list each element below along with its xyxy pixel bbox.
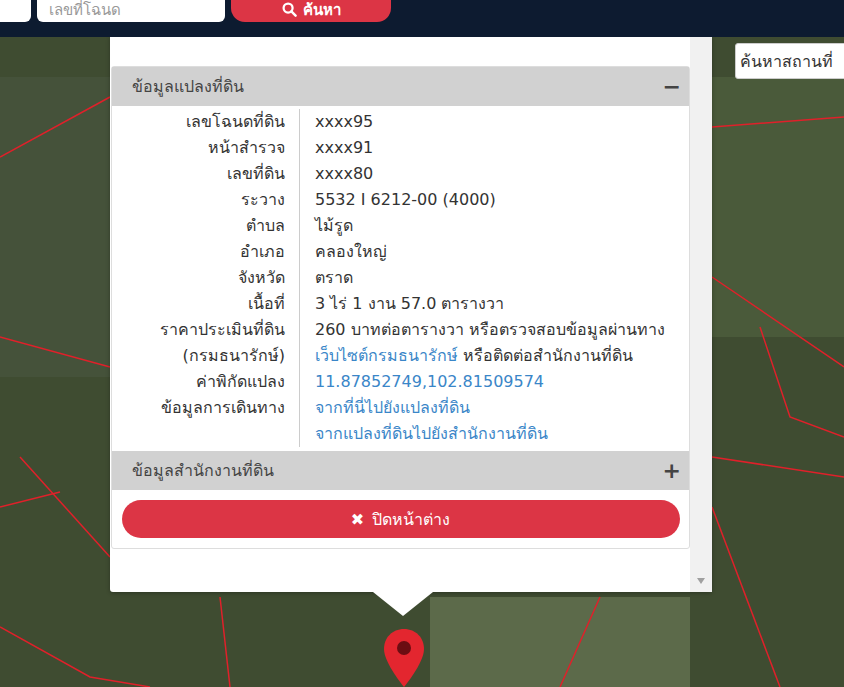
value-text: หรือติดต่อสำนักงานที่ดิน bbox=[458, 346, 633, 365]
info-row: เลขที่ดิน xxxx80 bbox=[112, 161, 689, 187]
row-value: 260 บาทต่อตารางวา หรือตรวจสอบข้อมูลผ่านท… bbox=[300, 317, 689, 369]
value-text: xxxx95 bbox=[315, 112, 373, 131]
info-row: หน้าสำรวจ xxxx91 bbox=[112, 135, 689, 161]
row-value: คลองใหญ่ bbox=[300, 239, 689, 265]
value-text: ไม้รูด bbox=[315, 216, 353, 235]
row-value: ตราด bbox=[300, 265, 689, 291]
row-label: ตำบล bbox=[112, 213, 300, 239]
search-type-select[interactable] bbox=[0, 0, 31, 22]
popup-pointer bbox=[373, 592, 433, 616]
row-value: 5532 I 6212-00 (4000) bbox=[300, 187, 689, 213]
value-text: คลองใหญ่ bbox=[315, 242, 387, 261]
value-text: ตราด bbox=[315, 268, 353, 287]
row-label: เลขโฉนดที่ดิน bbox=[112, 109, 300, 135]
page: ค้นหาข้อมูลแปลงที่ดิน− เลขโฉนดที่ดิน xxxx9… bbox=[0, 0, 844, 687]
section-header[interactable]: ข้อมูลแปลงที่ดิน− bbox=[112, 67, 689, 106]
info-section: ข้อมูลสำนักงานที่ดิน+ bbox=[112, 451, 689, 490]
info-row: ตำบล ไม้รูด bbox=[112, 213, 689, 239]
section-header[interactable]: ข้อมูลสำนักงานที่ดิน+ bbox=[112, 451, 689, 490]
row-value: ไม้รูด bbox=[300, 213, 689, 239]
info-row: อำเภอ คลองใหญ่ bbox=[112, 239, 689, 265]
row-value: 3 ไร่ 1 งาน 57.0 ตารางวา bbox=[300, 291, 689, 317]
row-label: เนื้อที่ bbox=[112, 291, 300, 317]
info-row: เนื้อที่ 3 ไร่ 1 งาน 57.0 ตารางวา bbox=[112, 291, 689, 317]
info-section: ข้อมูลแปลงที่ดิน− เลขโฉนดที่ดิน xxxx95 หน้า… bbox=[112, 67, 689, 451]
value-link[interactable]: 11.87852749,102.81509574 bbox=[315, 372, 544, 391]
value-text: 260 บาทต่อตารางวา หรือตรวจสอบข้อมูลผ่านท… bbox=[315, 320, 665, 339]
row-label: จังหวัด bbox=[112, 265, 300, 291]
expand-icon[interactable]: + bbox=[663, 458, 681, 483]
row-label: ระวาง bbox=[112, 187, 300, 213]
info-row: เลขโฉนดที่ดิน xxxx95 bbox=[112, 109, 689, 135]
deed-number-input[interactable] bbox=[37, 0, 225, 22]
row-label: หน้าสำรวจ bbox=[112, 135, 300, 161]
info-row: ระวาง 5532 I 6212-00 (4000) bbox=[112, 187, 689, 213]
row-value: xxxx95 bbox=[300, 109, 689, 135]
close-icon: ✖ bbox=[351, 510, 364, 529]
parcel-popup: ข้อมูลแปลงที่ดิน− เลขโฉนดที่ดิน xxxx95 หน้า… bbox=[110, 37, 712, 592]
value-text: xxxx80 bbox=[315, 164, 373, 183]
info-row: ข้อมูลการเดินทางจากที่นี่ไปยังแปลงที่ดิน… bbox=[112, 395, 689, 447]
row-label: ค่าพิกัดแปลง bbox=[112, 369, 300, 395]
popup-body: ข้อมูลแปลงที่ดิน− เลขโฉนดที่ดิน xxxx95 หน้า… bbox=[110, 37, 690, 592]
row-label: ข้อมูลการเดินทาง bbox=[112, 395, 300, 447]
value-text: 5532 I 6212-00 (4000) bbox=[315, 190, 496, 209]
row-label: อำเภอ bbox=[112, 239, 300, 265]
close-window-button[interactable]: ✖ปิดหน้าต่าง bbox=[122, 500, 680, 538]
row-value: xxxx91 bbox=[300, 135, 689, 161]
collapse-icon[interactable]: − bbox=[663, 74, 681, 99]
row-value: xxxx80 bbox=[300, 161, 689, 187]
row-value: 11.87852749,102.81509574 bbox=[300, 369, 689, 395]
map[interactable]: ข้อมูลแปลงที่ดิน− เลขโฉนดที่ดิน xxxx95 หน้า… bbox=[0, 37, 844, 687]
row-label: ราคาประเมินที่ดิน(กรมธนารักษ์) bbox=[112, 317, 300, 369]
scrollbar[interactable] bbox=[690, 37, 712, 592]
value-text: 3 ไร่ 1 งาน 57.0 ตารางวา bbox=[315, 294, 504, 313]
value-text: xxxx91 bbox=[315, 138, 373, 157]
info-row: ราคาประเมินที่ดิน(กรมธนารักษ์) 260 บาทต่อ… bbox=[112, 317, 689, 369]
search-button[interactable]: ค้นหา bbox=[231, 0, 391, 22]
row-label: เลขที่ดิน bbox=[112, 161, 300, 187]
place-search-input[interactable] bbox=[735, 43, 844, 79]
info-row: ค่าพิกัดแปลง 11.87852749,102.81509574 bbox=[112, 369, 689, 395]
value-link[interactable]: จากแปลงที่ดินไปยังสำนักงานที่ดิน bbox=[315, 424, 548, 443]
scroll-down-icon[interactable] bbox=[697, 578, 705, 584]
info-rows: เลขโฉนดที่ดิน xxxx95 หน้าสำรวจ xxxx91 เลขที่… bbox=[112, 106, 689, 451]
info-panel: ข้อมูลแปลงที่ดิน− เลขโฉนดที่ดิน xxxx95 หน้า… bbox=[111, 66, 690, 549]
value-link[interactable]: เว็บไซต์กรมธนารักษ์ bbox=[315, 346, 458, 365]
info-row: จังหวัด ตราด bbox=[112, 265, 689, 291]
map-pin-icon[interactable] bbox=[382, 627, 426, 687]
search-icon bbox=[282, 2, 297, 17]
top-bar: ค้นหา bbox=[0, 0, 844, 37]
row-value: จากที่นี่ไปยังแปลงที่ดินจากแปลงที่ดินไปย… bbox=[300, 395, 689, 447]
value-link[interactable]: จากที่นี่ไปยังแปลงที่ดิน bbox=[315, 398, 470, 417]
